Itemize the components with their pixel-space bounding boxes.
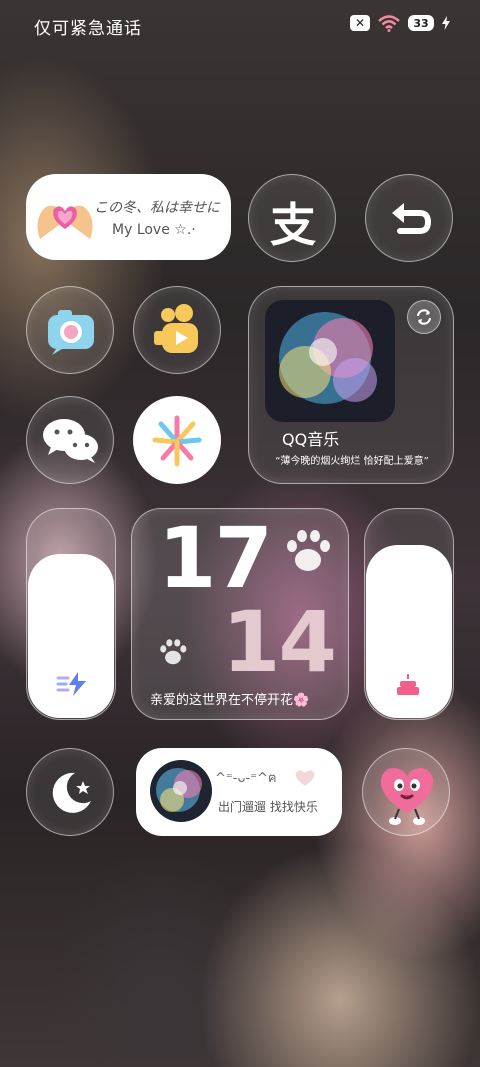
camera-icon (48, 310, 94, 355)
moon-icon (52, 772, 91, 813)
wechat-icon (43, 419, 98, 463)
album-cover-image (265, 300, 395, 422)
wifi-icon (378, 15, 400, 32)
heart-character-app[interactable] (362, 748, 450, 836)
refresh-button[interactable] (407, 300, 441, 334)
mini-caption: 出门遛遛 找找快乐 (218, 800, 318, 814)
wechat-app[interactable] (26, 396, 114, 484)
small-paw-icon (160, 639, 187, 665)
fireworks-icon (152, 415, 202, 467)
flash-icon (56, 672, 86, 696)
status-text: 仅可紧急通话 (34, 19, 142, 39)
heart-character-icon (380, 768, 434, 825)
alipay-icon: 支 (270, 198, 316, 252)
heart-hands-icon (37, 205, 93, 239)
night-mode-toggle[interactable] (26, 748, 114, 836)
clock-caption: 亲爱的这世界在不停开花🌸 (150, 693, 310, 708)
charging-icon (442, 16, 450, 30)
music-lyric: “薄今晚的烟火绚烂 恰好配上爱意” (275, 456, 429, 467)
no-sim-icon: ✕ (350, 15, 370, 31)
video-app[interactable] (133, 286, 221, 374)
back-arrow-icon (392, 203, 432, 234)
love-text-2: My Love ☆.· (112, 222, 196, 238)
camera-app[interactable] (26, 286, 114, 374)
heart-icon (295, 770, 315, 786)
video-icon (154, 304, 198, 353)
cake-icon (397, 674, 419, 695)
status-icons: ✕ 33 (350, 14, 450, 32)
kaomoji-text: ^⁼-ᴗ-⁼^ฅ (215, 771, 277, 786)
back-app[interactable] (365, 174, 453, 262)
music-app-name: QQ音乐 (282, 430, 340, 449)
battery-indicator: 33 (408, 15, 434, 31)
love-text-1: この冬、私は幸せに (94, 200, 220, 216)
clock-minute: 14 (222, 593, 337, 691)
fireworks-app[interactable] (133, 396, 221, 484)
paw-icon (287, 530, 330, 571)
alipay-app[interactable]: 支 (248, 174, 336, 262)
refresh-icon (416, 309, 432, 325)
fireworks-photo (150, 760, 212, 822)
